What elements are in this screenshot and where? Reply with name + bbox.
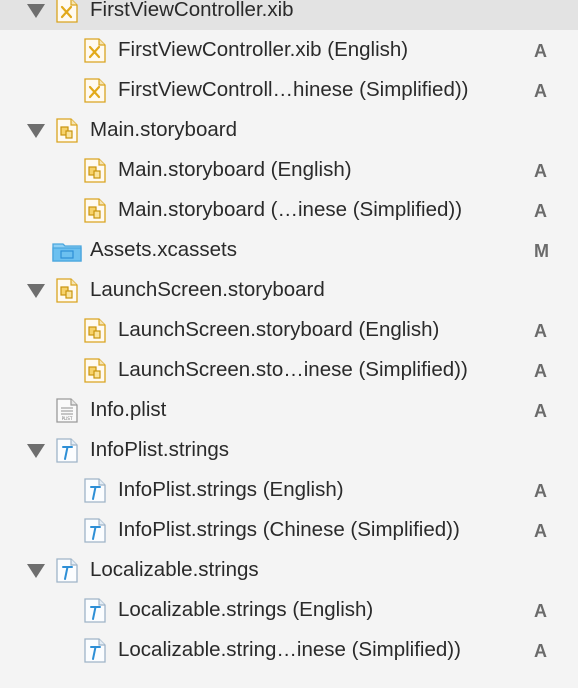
source-control-status: A bbox=[534, 201, 547, 221]
source-control-status: A bbox=[534, 321, 547, 341]
file-row-firstviewcontroller-xib-english[interactable]: FirstViewController.xib (English) A bbox=[0, 30, 578, 70]
group-row-main-storyboard[interactable]: Main.storyboard bbox=[0, 110, 578, 150]
xib-file-icon bbox=[56, 0, 78, 23]
file-row-launchscreen-storyboard-chinese[interactable]: LaunchScreen.sto…inese (Simplified)) A bbox=[0, 350, 578, 390]
group-row-launchscreen-storyboard[interactable]: LaunchScreen.storyboard bbox=[0, 270, 578, 310]
file-row-infoplist-strings-chinese[interactable]: InfoPlist.strings (Chinese (Simplified))… bbox=[0, 510, 578, 550]
file-name: Info.plist bbox=[90, 398, 167, 421]
source-control-status: A bbox=[534, 161, 547, 181]
file-row-assets-xcassets[interactable]: Assets.xcassets M bbox=[0, 230, 578, 270]
strings-file-icon bbox=[84, 638, 106, 663]
file-name: FirstViewController.xib bbox=[90, 0, 294, 21]
file-name: Main.storyboard (…inese (Simplified)) bbox=[118, 198, 463, 221]
source-control-status: A bbox=[534, 401, 547, 421]
file-name: InfoPlist.strings bbox=[90, 438, 229, 461]
file-name: LaunchScreen.storyboard (English) bbox=[118, 318, 440, 341]
file-name: LaunchScreen.sto…inese (Simplified)) bbox=[118, 358, 468, 381]
disclosure-triangle-icon[interactable] bbox=[27, 564, 45, 578]
project-navigator: FirstViewController.xib FirstViewControl… bbox=[0, 0, 578, 688]
strings-file-icon bbox=[84, 478, 106, 503]
group-row-firstviewcontroller-xib[interactable]: FirstViewController.xib bbox=[0, 0, 578, 30]
xib-file-icon bbox=[84, 78, 106, 103]
source-control-status: A bbox=[534, 361, 547, 381]
strings-file-icon bbox=[84, 598, 106, 623]
source-control-status: A bbox=[534, 601, 547, 621]
disclosure-triangle-icon[interactable] bbox=[27, 124, 45, 138]
disclosure-triangle-icon[interactable] bbox=[27, 444, 45, 458]
file-name: Assets.xcassets bbox=[90, 238, 237, 261]
file-name: Main.storyboard (English) bbox=[118, 158, 352, 181]
storyboard-file-icon bbox=[84, 158, 106, 183]
storyboard-file-icon bbox=[84, 358, 106, 383]
source-control-status: A bbox=[534, 81, 547, 101]
xib-file-icon bbox=[84, 38, 106, 63]
file-name: Localizable.strings (English) bbox=[118, 598, 374, 621]
file-name: InfoPlist.strings (Chinese (Simplified)) bbox=[118, 518, 460, 541]
source-control-status: A bbox=[534, 481, 547, 501]
file-row-localizable-strings-english[interactable]: Localizable.strings (English) A bbox=[0, 590, 578, 630]
asset-catalog-folder-icon bbox=[52, 238, 82, 263]
file-name: FirstViewController.xib (English) bbox=[118, 38, 409, 61]
storyboard-file-icon bbox=[56, 118, 78, 143]
storyboard-file-icon bbox=[84, 198, 106, 223]
file-row-info-plist[interactable]: Info.plist A bbox=[0, 390, 578, 430]
file-row-main-storyboard-chinese[interactable]: Main.storyboard (…inese (Simplified)) A bbox=[0, 190, 578, 230]
source-control-status: A bbox=[534, 641, 547, 661]
source-control-status: A bbox=[534, 41, 547, 61]
file-name: InfoPlist.strings (English) bbox=[118, 478, 344, 501]
strings-file-icon bbox=[56, 558, 78, 583]
source-control-status: A bbox=[534, 521, 547, 541]
file-name: FirstViewControll…hinese (Simplified)) bbox=[118, 78, 469, 101]
disclosure-triangle-icon[interactable] bbox=[27, 284, 45, 298]
group-row-localizable-strings[interactable]: Localizable.strings bbox=[0, 550, 578, 590]
file-row-firstviewcontroller-xib-chinese[interactable]: FirstViewControll…hinese (Simplified)) A bbox=[0, 70, 578, 110]
strings-file-icon bbox=[56, 438, 78, 463]
file-row-localizable-strings-chinese[interactable]: Localizable.string…inese (Simplified)) A bbox=[0, 630, 578, 670]
file-row-main-storyboard-english[interactable]: Main.storyboard (English) A bbox=[0, 150, 578, 190]
file-row-launchscreen-storyboard-english[interactable]: LaunchScreen.storyboard (English) A bbox=[0, 310, 578, 350]
file-name: Localizable.strings bbox=[90, 558, 259, 581]
strings-file-icon bbox=[84, 518, 106, 543]
file-name: Localizable.string…inese (Simplified)) bbox=[118, 638, 461, 661]
file-name: Main.storyboard bbox=[90, 118, 237, 141]
file-name: LaunchScreen.storyboard bbox=[90, 278, 325, 301]
plist-file-icon bbox=[56, 398, 78, 423]
disclosure-triangle-icon[interactable] bbox=[27, 4, 45, 18]
storyboard-file-icon bbox=[84, 318, 106, 343]
storyboard-file-icon bbox=[56, 278, 78, 303]
group-row-infoplist-strings[interactable]: InfoPlist.strings bbox=[0, 430, 578, 470]
source-control-status: M bbox=[534, 241, 549, 261]
file-row-infoplist-strings-english[interactable]: InfoPlist.strings (English) A bbox=[0, 470, 578, 510]
